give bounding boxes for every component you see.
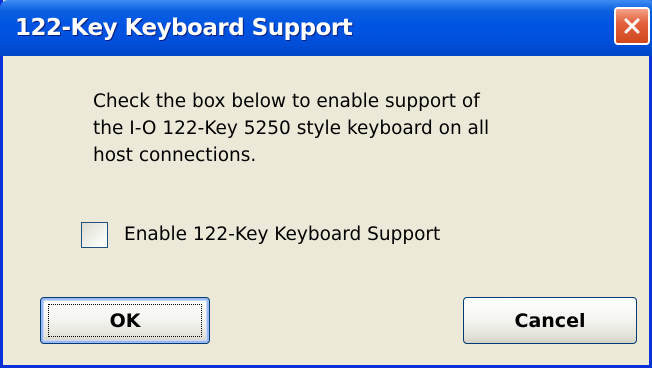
ok-button[interactable]: OK <box>40 297 210 344</box>
dialog-window: 122-Key Keyboard Support Check the box b… <box>0 0 652 368</box>
enable-122-key-checkbox[interactable] <box>81 222 108 248</box>
checkbox-label[interactable]: Enable 122-Key Keyboard Support <box>124 222 440 248</box>
dialog-title: 122-Key Keyboard Support <box>15 15 353 41</box>
close-icon <box>624 18 640 34</box>
title-bar[interactable]: 122-Key Keyboard Support <box>0 0 652 56</box>
close-button[interactable] <box>614 7 650 45</box>
message-line: Check the box below to enable support of <box>93 91 480 112</box>
message-line: the I-O 122-Key 5250 style keyboard on a… <box>93 118 490 139</box>
ok-button-label: OK <box>109 310 141 332</box>
cancel-button[interactable]: Cancel <box>463 297 637 344</box>
cancel-button-label: Cancel <box>514 310 586 332</box>
message-text: Check the box below to enable support of… <box>93 88 593 169</box>
message-line: host connections. <box>93 145 257 166</box>
